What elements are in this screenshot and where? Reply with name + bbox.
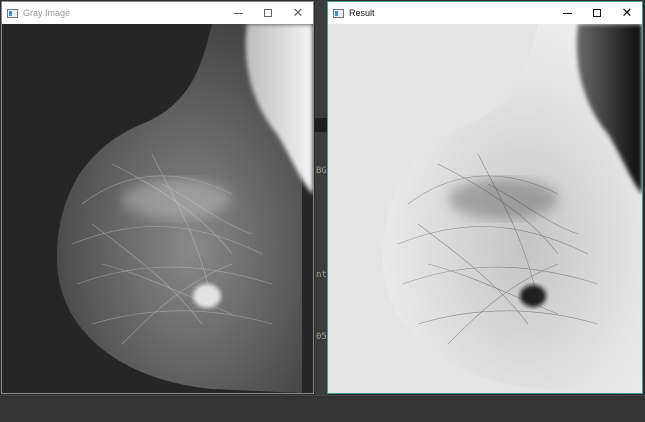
minimize-button[interactable]	[223, 2, 253, 24]
window-title: Result	[349, 8, 375, 18]
result-titlebar[interactable]: Result ✕	[328, 2, 642, 24]
gray-image-canvas	[2, 24, 313, 393]
window-title: Gray Image	[23, 8, 71, 18]
minimize-button[interactable]	[552, 2, 582, 24]
maximize-button[interactable]	[253, 2, 283, 24]
background-text-fragment: BG	[316, 166, 327, 176]
gray-image-window[interactable]: Gray Image ✕	[1, 1, 314, 394]
result-window[interactable]: Result ✕	[327, 1, 643, 394]
background-text-fragment: 05	[316, 332, 327, 342]
result-image-canvas	[328, 24, 642, 393]
close-button[interactable]: ✕	[283, 2, 313, 24]
gray-image-titlebar[interactable]: Gray Image ✕	[2, 2, 313, 24]
result-mammogram-image	[328, 24, 642, 393]
gray-mammogram-image	[2, 24, 313, 393]
taskbar	[0, 395, 645, 422]
window-app-icon[interactable]	[7, 8, 18, 18]
window-app-icon[interactable]	[333, 8, 344, 18]
background-text-fragment: nt	[316, 270, 327, 280]
maximize-button[interactable]	[582, 2, 612, 24]
close-button[interactable]: ✕	[612, 2, 642, 24]
